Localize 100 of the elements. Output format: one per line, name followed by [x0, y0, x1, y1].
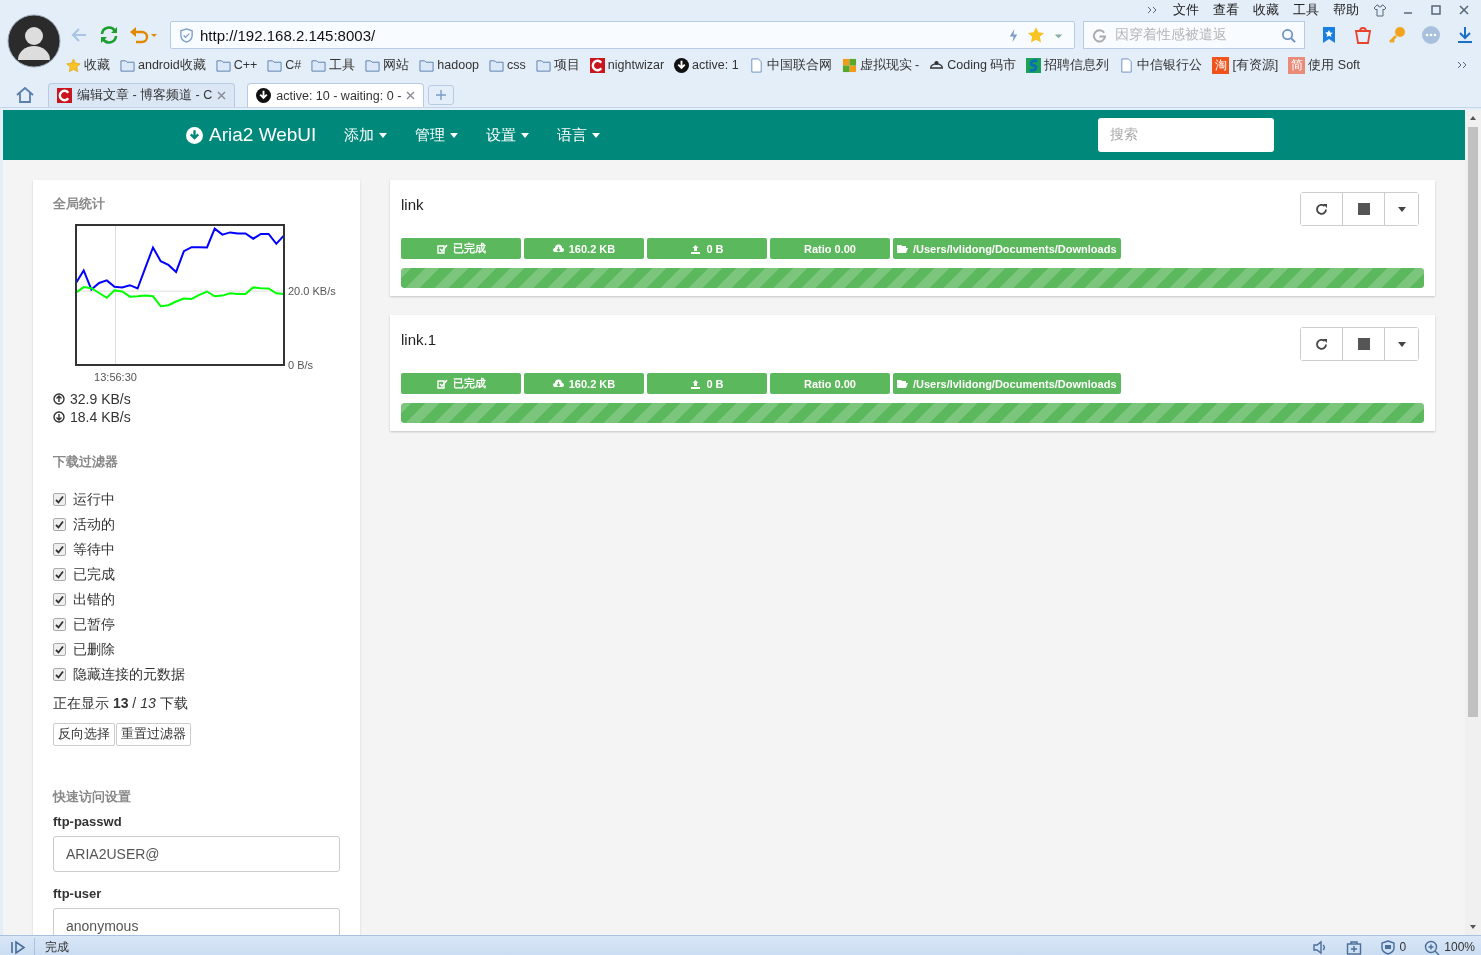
menu-item[interactable]: 帮助	[1333, 1, 1359, 19]
filter-label[interactable]: 已暂停	[73, 615, 115, 634]
speaker-icon[interactable]	[1311, 939, 1328, 955]
checkbox[interactable]	[53, 543, 66, 556]
bookmark-item[interactable]: 简 使用 Soft	[1288, 56, 1361, 74]
download-icon	[256, 88, 272, 103]
filter-label[interactable]: 隐藏连接的元数据	[73, 665, 185, 684]
bookmark-item[interactable]: hadoop	[419, 57, 480, 73]
filter-button[interactable]: 反向选择	[53, 723, 115, 746]
restart-button[interactable]	[1301, 328, 1343, 360]
avatar[interactable]	[7, 14, 61, 68]
check-icon	[55, 620, 64, 629]
shield-icon	[179, 27, 194, 43]
menu-item[interactable]: 查看	[1213, 1, 1239, 19]
checkbox[interactable]	[53, 568, 66, 581]
restart-button[interactable]	[1301, 193, 1343, 225]
download-icon	[186, 126, 203, 144]
filter-label[interactable]: 出错的	[73, 590, 115, 609]
check-icon	[436, 378, 448, 389]
bookmark-item[interactable]: 中国联合网	[748, 56, 832, 74]
home-icon[interactable]	[14, 84, 36, 106]
shirt-icon[interactable]	[1373, 3, 1387, 17]
checkbox[interactable]	[53, 618, 66, 631]
bookmark-item[interactable]: 淘 [有资源]	[1212, 56, 1279, 74]
browser-tab[interactable]: active: 10 - waiting: 0 -	[247, 83, 425, 107]
checkbox[interactable]	[53, 493, 66, 506]
checkbox[interactable]	[53, 643, 66, 656]
star-icon	[66, 57, 81, 73]
brand-link[interactable]: Aria2 WebUI	[186, 124, 317, 146]
menu-item[interactable]: 工具	[1293, 1, 1319, 19]
address-field[interactable]: http://192.168.2.145:8003/	[170, 21, 1075, 49]
setting-label: ftp-user	[53, 886, 103, 901]
page-icon	[748, 57, 764, 73]
undo-icon[interactable]	[128, 24, 158, 46]
bookmark-item[interactable]: C++	[215, 57, 258, 73]
filter-label[interactable]: 活动的	[73, 515, 115, 534]
filter-label[interactable]: 已完成	[73, 565, 115, 584]
stop-icon	[1357, 203, 1370, 215]
nav-dropdown[interactable]: 语言	[557, 125, 601, 145]
search-icon[interactable]	[1281, 27, 1296, 43]
bookmark-item[interactable]: 网站	[365, 56, 410, 74]
shield-icon[interactable]	[1379, 939, 1396, 955]
cloud-download-icon	[552, 243, 564, 254]
bookmark-item[interactable]: 收藏	[66, 56, 110, 74]
filter-button[interactable]: 重置过滤器	[116, 723, 191, 746]
toolbox-icon[interactable]	[1345, 939, 1362, 955]
nav-dropdown[interactable]: 设置	[486, 125, 530, 145]
nav-dropdown[interactable]: 管理	[415, 125, 459, 145]
section-title: 快速访问设置	[53, 788, 132, 806]
sidebar-toggle-icon[interactable]	[10, 939, 26, 955]
checkbox[interactable]	[53, 668, 66, 681]
close-icon[interactable]	[217, 91, 227, 100]
status-label: 已完成	[401, 238, 521, 259]
checkbox[interactable]	[53, 593, 66, 606]
nav-dropdown[interactable]: 添加	[344, 125, 388, 145]
menu-item[interactable]: 收藏	[1253, 1, 1279, 19]
close-icon[interactable]	[406, 91, 416, 100]
bag-icon[interactable]	[1353, 25, 1373, 45]
refresh-icon	[1315, 337, 1328, 351]
bookmark-item[interactable]: 虚拟现实 -	[841, 56, 920, 74]
bookmark-item[interactable]: 工具	[311, 56, 356, 74]
bookmark-item[interactable]: 中信银行公	[1119, 56, 1203, 74]
speed-text: 18.4 KB/s	[70, 409, 131, 425]
logo-icon: 淘	[1212, 56, 1230, 74]
refresh-icon[interactable]	[98, 24, 120, 46]
downloaded-label: 160.2 KB	[524, 238, 644, 259]
input-field[interactable]: ARIA2USER@	[53, 836, 340, 872]
zoom-level[interactable]: 100%	[1444, 940, 1475, 954]
status-label: 已完成	[401, 373, 521, 394]
caret-icon	[592, 132, 601, 138]
bookmark-item[interactable]: 项目	[535, 56, 580, 74]
uploaded-label: 0 B	[647, 238, 767, 259]
bookmark-item[interactable]: 招聘信息列	[1026, 56, 1110, 74]
maximize-icon[interactable]	[1429, 3, 1443, 17]
caret-icon	[521, 132, 530, 138]
caret-icon	[379, 132, 388, 138]
bookmark-item[interactable]: Coding 码市	[929, 56, 1017, 74]
section-title: 下载过滤器	[53, 453, 119, 471]
bookmark-item[interactable]: active: 1	[674, 57, 739, 73]
section-title: 全局统计	[53, 195, 106, 213]
download-icon[interactable]	[1455, 25, 1475, 45]
logo-icon	[57, 88, 72, 103]
bookmark-item[interactable]: nightwizar	[589, 57, 665, 73]
bookmark-item[interactable]: C#	[267, 57, 302, 73]
folder-icon	[419, 57, 435, 73]
logo-icon	[1026, 57, 1042, 73]
ad-count: 0	[1399, 940, 1407, 954]
star-icon[interactable]	[1027, 26, 1045, 44]
bookmark-item[interactable]: android收藏	[120, 56, 206, 74]
bookmark-item[interactable]: css	[489, 57, 526, 73]
menu-item[interactable]: 文件	[1173, 1, 1199, 19]
filter-label[interactable]: 等待中	[73, 540, 115, 559]
checkbox[interactable]	[53, 518, 66, 531]
filter-label[interactable]: 已删除	[73, 640, 115, 659]
check-icon	[55, 545, 64, 554]
filter-label[interactable]: 运行中	[73, 490, 115, 509]
browser-tab[interactable]: 编辑文章 - 博客频道 - C	[48, 83, 236, 107]
folder-icon	[311, 57, 327, 73]
close-icon[interactable]	[1457, 3, 1471, 17]
zoom-icon[interactable]	[1424, 939, 1441, 955]
